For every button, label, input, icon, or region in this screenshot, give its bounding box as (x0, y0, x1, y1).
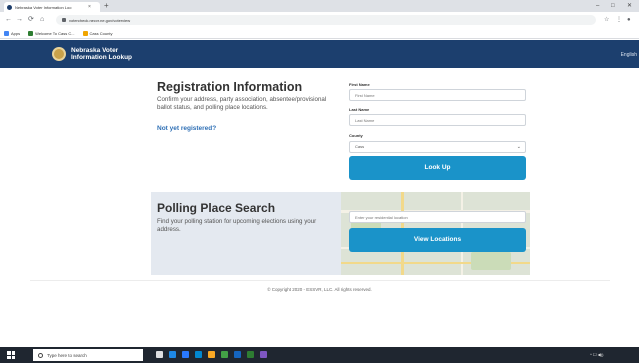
footer-copyright: © Copyright 2020 - ESSVR, LLC. All right… (267, 287, 372, 292)
store-icon[interactable] (182, 351, 189, 358)
bookmark-apps[interactable]: Apps (4, 30, 21, 36)
registration-title: Registration Information (157, 80, 303, 94)
county-select[interactable]: Cass ⌄ (349, 141, 526, 153)
outlook-icon[interactable] (234, 351, 241, 358)
explorer-icon[interactable] (208, 351, 215, 358)
bookmark-label: Cass County (89, 30, 113, 36)
chevron-down-icon: ⌄ (516, 144, 521, 150)
polling-title: Polling Place Search (157, 201, 276, 215)
browser-tabstrip: Nebraska Voter Information Loo × + – □ ✕ (0, 0, 639, 12)
search-icon (38, 352, 43, 358)
first-name-label: First Name (349, 82, 370, 87)
url-text: votercheck.necvr.ne.gov/voterview (69, 17, 131, 23)
taskbar-search-placeholder: Type here to search (47, 352, 87, 358)
bookmark-label: Apps (11, 30, 21, 36)
bookmark-cass-county[interactable]: Cass County (82, 30, 113, 36)
site-title[interactable]: Nebraska Voter Information Lookup (71, 47, 132, 61)
forward-icon[interactable]: → (16, 15, 23, 25)
system-tray[interactable]: ^ ☐ ◀)) (590, 351, 603, 359)
polling-description: Find your polling station for upcoming e… (157, 218, 317, 233)
chrome-icon[interactable] (221, 351, 228, 358)
county-value: Cass (355, 144, 365, 149)
mail-icon[interactable] (195, 351, 202, 358)
site-title-line2: Information Lookup (71, 54, 133, 61)
folder-icon (82, 30, 88, 36)
bookmark-welcome-cass[interactable]: Welcome To Cass C... (28, 30, 75, 36)
profile-icon[interactable]: ● (627, 15, 631, 25)
close-window-button[interactable]: ✕ (627, 1, 632, 11)
bookmarks-bar: Apps Welcome To Cass C... Cass County (0, 28, 639, 39)
not-registered-link[interactable]: Not yet registered? (157, 125, 216, 132)
browser-toolbar: ← → ⟳ ⌂ votercheck.necvr.ne.gov/votervie… (0, 12, 639, 28)
windows-start-icon[interactable] (7, 351, 15, 359)
site-header: Nebraska Voter Information Lookup Englis… (0, 40, 639, 68)
site-icon (28, 30, 34, 36)
address-input[interactable] (349, 211, 526, 223)
footer-divider (30, 280, 610, 281)
bookmark-label: Welcome To Cass C... (35, 30, 75, 36)
registration-description: Confirm your address, party association,… (157, 96, 327, 111)
minimize-button[interactable]: – (596, 1, 599, 11)
windows-taskbar: Type here to search ^ ☐ ◀)) (0, 347, 639, 363)
new-tab-button[interactable]: + (104, 1, 109, 11)
excel-icon[interactable] (247, 351, 254, 358)
maximize-button[interactable]: □ (611, 1, 615, 11)
language-selector[interactable]: English (621, 52, 637, 58)
tab-title: Nebraska Voter Information Loo (15, 4, 72, 10)
lookup-button[interactable]: Look Up (349, 156, 526, 180)
last-name-input[interactable] (349, 114, 526, 126)
apps-icon (4, 30, 9, 36)
address-bar[interactable]: votercheck.necvr.ne.gov/voterview (56, 15, 596, 25)
first-name-input[interactable] (349, 89, 526, 101)
edge-icon[interactable] (169, 351, 176, 358)
tab-close-icon[interactable]: × (88, 4, 91, 10)
reload-icon[interactable]: ⟳ (28, 15, 34, 25)
view-locations-button[interactable]: View Locations (349, 228, 526, 252)
site-favicon-icon (7, 4, 12, 10)
task-view-icon[interactable] (156, 351, 163, 358)
taskbar-search[interactable]: Type here to search (33, 349, 143, 361)
photos-icon[interactable] (260, 351, 267, 358)
lock-icon (62, 18, 66, 22)
county-label: County (349, 133, 363, 138)
menu-icon[interactable]: ⋮ (616, 15, 622, 25)
nebraska-seal-logo (52, 47, 66, 61)
site-title-line1: Nebraska Voter (71, 47, 119, 54)
bookmark-star-icon[interactable]: ☆ (604, 15, 609, 25)
back-icon[interactable]: ← (5, 15, 12, 25)
last-name-label: Last Name (349, 107, 370, 112)
browser-tab[interactable]: Nebraska Voter Information Loo × (4, 2, 100, 12)
home-icon[interactable]: ⌂ (40, 15, 44, 25)
